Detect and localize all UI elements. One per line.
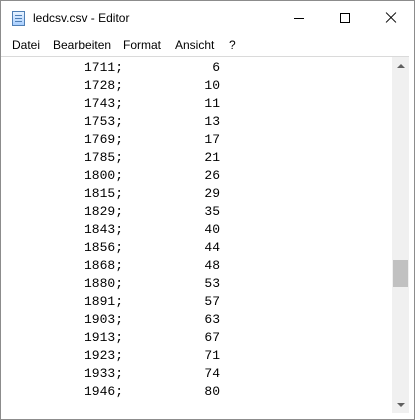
count-value: 21 xyxy=(204,150,220,165)
count-value: 35 xyxy=(204,204,220,219)
text-line: 1829; 35 xyxy=(1,203,392,221)
count-value: 17 xyxy=(204,132,220,147)
maximize-button[interactable] xyxy=(322,1,368,35)
text-line: 1800; 26 xyxy=(1,167,392,185)
menu-bearbeiten[interactable]: Bearbeiten xyxy=(53,38,111,52)
year-value: 1923; xyxy=(84,348,124,363)
year-value: 1800; xyxy=(84,168,124,183)
text-line: 1815; 29 xyxy=(1,185,392,203)
window-title: ledcsv.csv - Editor xyxy=(33,11,130,25)
count-value: 6 xyxy=(212,60,220,75)
count-value: 11 xyxy=(204,96,220,111)
vertical-scrollbar[interactable] xyxy=(392,57,409,413)
close-button[interactable] xyxy=(368,1,414,35)
year-value: 1815; xyxy=(84,186,124,201)
count-value: 40 xyxy=(204,222,220,237)
count-value: 13 xyxy=(204,114,220,129)
year-value: 1829; xyxy=(84,204,124,219)
window-border xyxy=(409,1,414,419)
menu-format[interactable]: Format xyxy=(123,38,161,52)
count-value: 67 xyxy=(204,330,220,345)
menu-datei[interactable]: Datei xyxy=(12,38,40,52)
year-value: 1728; xyxy=(84,78,124,93)
text-line: 1868; 48 xyxy=(1,257,392,275)
text-line: 1880; 53 xyxy=(1,275,392,293)
count-value: 71 xyxy=(204,348,220,363)
count-value: 44 xyxy=(204,240,220,255)
count-value: 53 xyxy=(204,276,220,291)
year-value: 1785; xyxy=(84,150,124,165)
close-icon xyxy=(385,12,397,24)
text-line: 1913; 67 xyxy=(1,329,392,347)
text-line: 1743; 11 xyxy=(1,95,392,113)
year-value: 1903; xyxy=(84,312,124,327)
minimize-icon xyxy=(294,17,304,19)
count-value: 48 xyxy=(204,258,220,273)
text-line: 1903; 63 xyxy=(1,311,392,329)
chevron-up-icon xyxy=(396,63,405,68)
text-line: 1856; 44 xyxy=(1,239,392,257)
count-value: 74 xyxy=(204,366,220,381)
scroll-up-button[interactable] xyxy=(392,57,409,74)
count-value: 57 xyxy=(204,294,220,309)
year-value: 1946; xyxy=(84,384,124,399)
year-value: 1769; xyxy=(84,132,124,147)
text-line: 1711; 6 xyxy=(1,59,392,77)
count-value: 63 xyxy=(204,312,220,327)
notepad-window: ledcsv.csv - Editor Datei Bearbeiten For… xyxy=(0,0,415,420)
year-value: 1868; xyxy=(84,258,124,273)
count-value: 26 xyxy=(204,168,220,183)
chevron-down-icon xyxy=(396,402,405,407)
title-bar[interactable]: ledcsv.csv - Editor xyxy=(1,1,414,35)
year-value: 1856; xyxy=(84,240,124,255)
scroll-down-button[interactable] xyxy=(392,396,409,413)
count-value: 29 xyxy=(204,186,220,201)
year-value: 1880; xyxy=(84,276,124,291)
text-editor-area[interactable]: 1711; 6 1728; 10 1743; 11 1753; 13 1769; 17 1785; 2… xyxy=(1,57,392,419)
maximize-icon xyxy=(340,13,350,23)
menu-help[interactable]: ? xyxy=(229,38,236,52)
year-value: 1711; xyxy=(84,60,124,75)
menu-ansicht[interactable]: Ansicht xyxy=(175,38,214,52)
text-line: 1923; 71 xyxy=(1,347,392,365)
count-value: 80 xyxy=(204,384,220,399)
scrollbar-thumb[interactable] xyxy=(393,260,408,287)
text-line: 1933; 74 xyxy=(1,365,392,383)
text-line: 1753; 13 xyxy=(1,113,392,131)
year-value: 1843; xyxy=(84,222,124,237)
text-line: 1769; 17 xyxy=(1,131,392,149)
year-value: 1933; xyxy=(84,366,124,381)
year-value: 1891; xyxy=(84,294,124,309)
text-line: 1891; 57 xyxy=(1,293,392,311)
menu-bar: Datei Bearbeiten Format Ansicht ? xyxy=(1,35,414,57)
year-value: 1753; xyxy=(84,114,124,129)
text-line: 1843; 40 xyxy=(1,221,392,239)
minimize-button[interactable] xyxy=(276,1,322,35)
text-line: 1946; 80 xyxy=(1,383,392,401)
year-value: 1743; xyxy=(84,96,124,111)
notepad-icon xyxy=(12,11,25,26)
text-line: 1728; 10 xyxy=(1,77,392,95)
year-value: 1913; xyxy=(84,330,124,345)
text-line: 1785; 21 xyxy=(1,149,392,167)
count-value: 10 xyxy=(204,78,220,93)
